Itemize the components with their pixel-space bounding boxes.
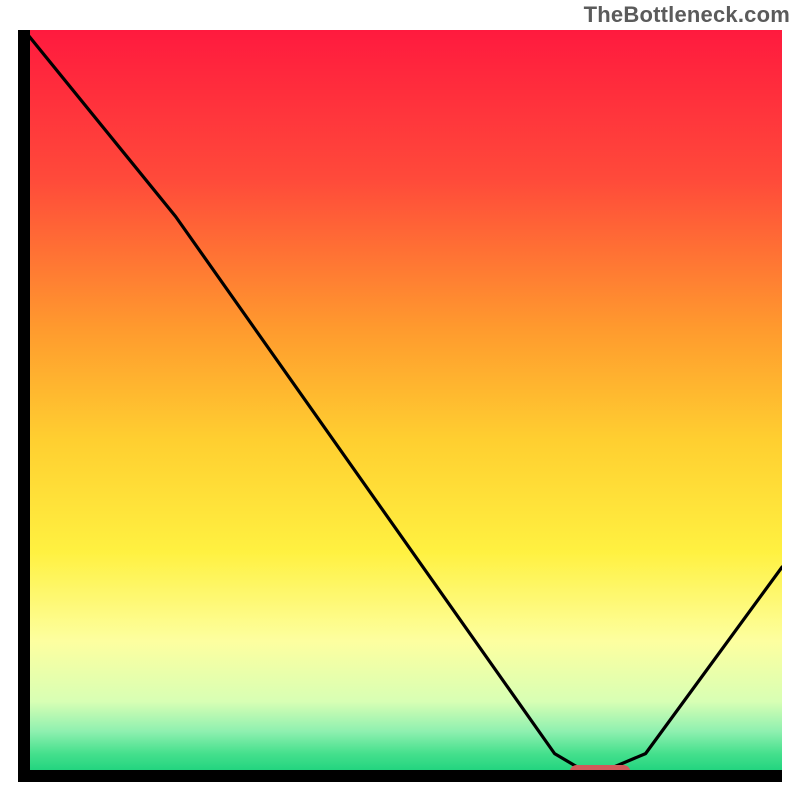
chart-svg <box>18 30 782 782</box>
attribution-text: TheBottleneck.com <box>584 2 790 28</box>
gradient-rect <box>24 30 782 776</box>
chart-plot <box>18 30 782 782</box>
chart-stage: TheBottleneck.com <box>0 0 800 800</box>
